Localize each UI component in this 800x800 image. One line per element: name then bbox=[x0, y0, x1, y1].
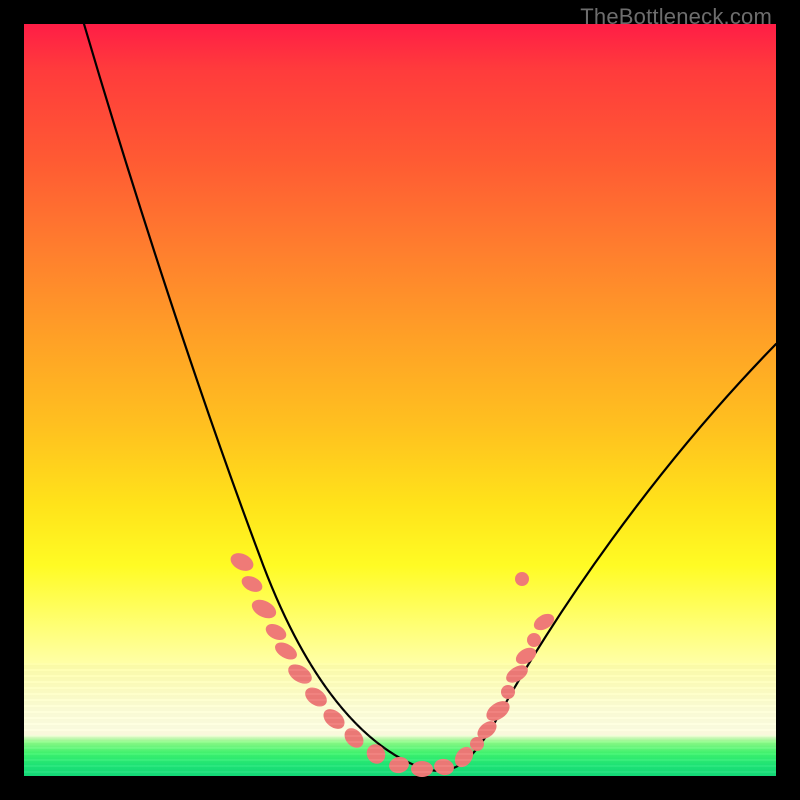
marker-dot bbox=[483, 697, 513, 725]
marker-dot bbox=[531, 610, 557, 633]
marker-dot bbox=[515, 572, 529, 586]
marker-dot bbox=[249, 596, 279, 622]
marker-dot bbox=[228, 550, 257, 575]
marker-dot bbox=[341, 724, 368, 751]
chart-svg bbox=[24, 24, 776, 776]
marker-dot bbox=[470, 737, 484, 751]
bottleneck-curve-line bbox=[84, 24, 776, 771]
watermark-text: TheBottleneck.com bbox=[580, 4, 772, 30]
chart-frame: TheBottleneck.com bbox=[0, 0, 800, 800]
chart-plot-area bbox=[24, 24, 776, 776]
marker-dot bbox=[501, 685, 515, 699]
marker-dot bbox=[263, 621, 289, 644]
marker-dot bbox=[363, 741, 389, 767]
marker-dot bbox=[433, 757, 456, 777]
marker-dot bbox=[272, 639, 300, 663]
marker-dot bbox=[513, 644, 539, 667]
marker-dot bbox=[239, 573, 265, 595]
marker-dot bbox=[527, 633, 541, 647]
marker-dot bbox=[388, 755, 411, 775]
marker-dot bbox=[411, 761, 433, 777]
